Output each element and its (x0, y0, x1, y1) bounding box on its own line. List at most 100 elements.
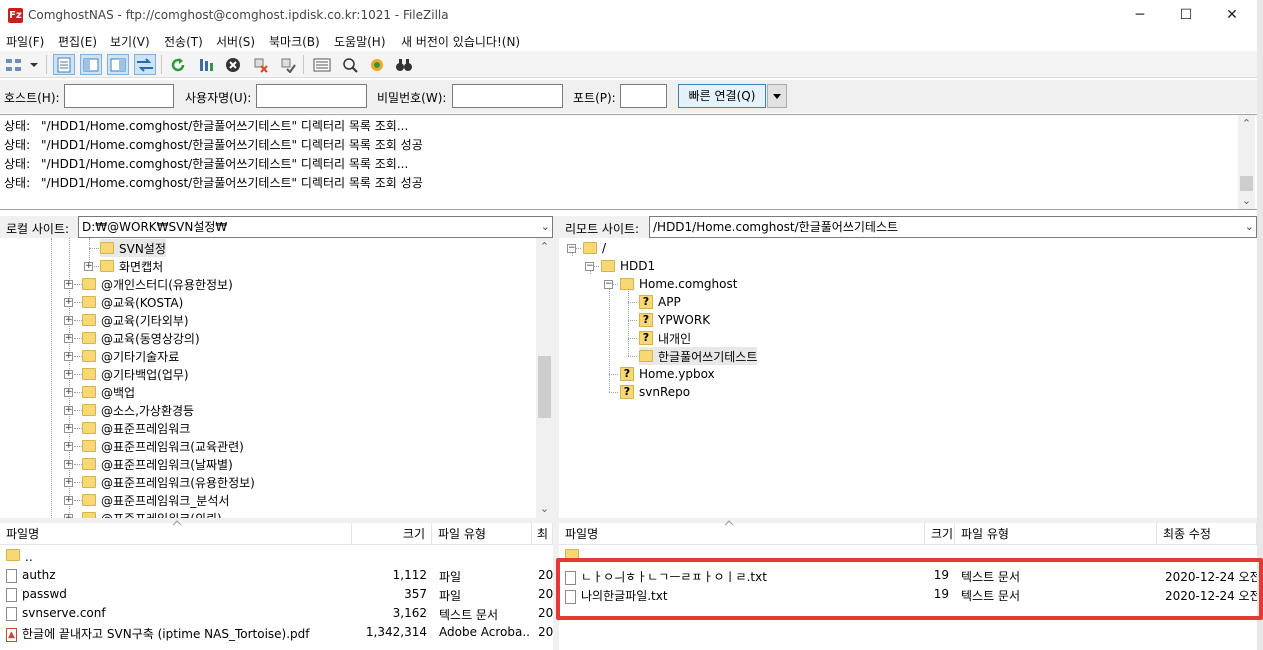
toggle-queue-icon[interactable] (134, 54, 156, 75)
list-item[interactable]: authz 1,112 파일 20 (0, 566, 553, 585)
scroll-down-icon[interactable]: ⌄ (536, 500, 553, 517)
menu-bookmarks[interactable]: 북마크(B) (269, 33, 320, 50)
expand-icon[interactable]: + (64, 460, 73, 469)
minimize-button[interactable]: ─ (1117, 0, 1163, 31)
remote-tree-node[interactable]: ? APP (639, 293, 681, 311)
list-item[interactable]: ㄴㅏㅇㅢㅎㅏㄴㄱㅡㄹㅍㅏㅇㅣㄹ.txt 19 텍스트 문서 2020-12-24 오전 (559, 566, 1257, 585)
menu-file[interactable]: 파일(F) (6, 33, 44, 50)
directory-listing-filters-icon[interactable] (311, 54, 333, 75)
maximize-button[interactable]: ☐ (1163, 0, 1209, 31)
port-input[interactable] (620, 84, 667, 108)
local-tree-scroll-thumb[interactable] (538, 356, 551, 418)
list-item[interactable]: .. (559, 547, 1257, 566)
list-item[interactable]: 나의한글파일.txt 19 텍스트 문서 2020-12-24 오전 (559, 585, 1257, 604)
menu-edit[interactable]: 편집(E) (58, 33, 97, 50)
local-tree-node[interactable]: @표준프레임워크_분석서 (82, 491, 229, 509)
expand-icon[interactable]: + (64, 496, 73, 505)
column-size[interactable]: 크기 (352, 523, 432, 545)
scroll-up-icon[interactable]: ⌃ (1238, 115, 1255, 132)
local-tree-node[interactable]: @교육(기타외부) (82, 311, 189, 329)
remote-tree-node[interactable]: HDD1 (601, 257, 655, 275)
column-modified[interactable]: 최 (532, 523, 553, 545)
expand-icon[interactable]: + (64, 316, 73, 325)
local-tree-node[interactable]: @기타기술자료 (82, 347, 179, 365)
local-tree-scrollbar[interactable]: ⌃ ⌄ (536, 238, 553, 518)
column-filetype[interactable]: 파일 유형 (432, 523, 532, 545)
disconnect-icon[interactable] (250, 54, 272, 75)
column-filetype[interactable]: 파일 유형 (955, 523, 1157, 545)
local-tree-node[interactable]: @표준프레임워크(교육관련) (82, 437, 244, 455)
list-item[interactable]: svnserve.conf 3,162 텍스트 문서 20 (0, 604, 553, 623)
chevron-down-icon[interactable]: ⌄ (541, 217, 550, 237)
menu-view[interactable]: 보기(V) (110, 33, 150, 50)
expand-icon[interactable]: + (64, 280, 73, 289)
remote-tree-node[interactable]: ? svnRepo (620, 383, 690, 401)
toggle-remote-tree-icon[interactable] (107, 54, 129, 75)
column-size[interactable]: 크기 (925, 523, 955, 545)
local-tree-node[interactable]: @표준프레임워크 (82, 419, 190, 437)
toggle-local-tree-icon[interactable] (80, 54, 102, 75)
quickconnect-history-dropdown[interactable] (767, 84, 787, 108)
local-tree-node[interactable]: @표준프레임워크(유용한정보) (82, 473, 255, 491)
expand-icon[interactable]: + (64, 424, 73, 433)
remote-path-combo[interactable]: /HDD1/Home.comghost/한글풀어쓰기테스트 ⌄ (649, 216, 1257, 238)
collapse-icon[interactable]: − (604, 280, 613, 289)
remote-tree-node[interactable]: / (583, 239, 606, 257)
reconnect-icon[interactable] (277, 54, 299, 75)
local-tree-node[interactable]: @개인스터디(유용한정보) (82, 275, 233, 293)
expand-icon[interactable]: + (84, 262, 93, 271)
expand-icon[interactable]: + (64, 370, 73, 379)
expand-icon[interactable]: + (64, 478, 73, 487)
quickconnect-button[interactable]: 빠른 연결(Q) (678, 84, 766, 108)
expand-icon[interactable]: + (64, 298, 73, 307)
menu-transfer[interactable]: 전송(T) (164, 33, 203, 50)
local-tree-node[interactable]: @교육(동영상강의) (82, 329, 200, 347)
scroll-up-icon[interactable]: ⌃ (536, 238, 553, 255)
local-tree-node[interactable]: @표준프레임워크(날짜별) (82, 455, 233, 473)
local-tree-node[interactable]: @표준프레임워크(의뢰) (82, 509, 222, 518)
remote-tree-node[interactable]: 한글풀어쓰기테스트 (639, 347, 758, 365)
process-queue-icon[interactable] (195, 54, 217, 75)
menu-help[interactable]: 도움말(H) (334, 33, 386, 50)
log-scrollbar[interactable]: ⌃ ⌄ (1238, 115, 1255, 209)
local-tree-node[interactable]: @소스,가상환경등 (82, 401, 194, 419)
chevron-down-icon[interactable]: ⌄ (1245, 217, 1254, 237)
host-input[interactable] (64, 84, 174, 108)
log-scroll-thumb[interactable] (1240, 176, 1253, 191)
collapse-icon[interactable]: − (567, 244, 576, 253)
expand-icon[interactable]: + (64, 406, 73, 415)
expand-icon[interactable]: + (64, 352, 73, 361)
collapse-icon[interactable]: − (585, 262, 594, 271)
cancel-operation-icon[interactable] (222, 54, 244, 75)
search-remote-files-icon[interactable] (393, 54, 415, 75)
column-filename[interactable]: 파일명 (0, 523, 352, 545)
expand-icon[interactable]: + (64, 442, 73, 451)
local-tree-node[interactable]: SVN설정 (100, 239, 166, 257)
local-path-combo[interactable]: D:₩@WORK₩SVN설정₩ ⌄ (78, 216, 553, 238)
remote-tree-node[interactable]: ? YPWORK (639, 311, 710, 329)
refresh-icon[interactable] (167, 54, 189, 75)
menu-server[interactable]: 서버(S) (216, 33, 255, 50)
list-item[interactable]: passwd 357 파일 20 (0, 585, 553, 604)
remote-tree-node[interactable]: Home.comghost (620, 275, 737, 293)
password-input[interactable] (452, 84, 563, 108)
directory-comparison-icon[interactable] (339, 54, 361, 75)
remote-tree-node[interactable]: ? Home.ypbox (620, 365, 715, 383)
local-tree-node[interactable]: 화면캡처 (100, 257, 163, 275)
expand-icon[interactable]: + (64, 388, 73, 397)
list-item[interactable]: .. (0, 547, 553, 566)
local-tree-node[interactable]: @백업 (82, 383, 135, 401)
close-button[interactable]: ✕ (1209, 0, 1255, 31)
remote-tree-node[interactable]: ? 내개인 (639, 329, 691, 347)
local-tree-node[interactable]: @교육(KOSTA) (82, 293, 183, 311)
site-manager-icon[interactable] (4, 54, 24, 75)
local-tree-node[interactable]: @기타백업(업무) (82, 365, 189, 383)
sync-browsing-icon[interactable] (366, 54, 388, 75)
menu-new-version[interactable]: 새 버전이 있습니다!(N) (401, 33, 520, 50)
site-manager-dropdown-icon[interactable] (27, 54, 41, 75)
column-filename[interactable]: 파일명 (559, 523, 925, 545)
toggle-log-icon[interactable] (53, 54, 75, 75)
list-item[interactable]: ▲ 한글에 끝내자고 SVN구축 (iptime NAS_Tortoise).pd… (0, 623, 553, 642)
username-input[interactable] (256, 84, 367, 108)
column-modified[interactable]: 최종 수정 (1157, 523, 1257, 545)
